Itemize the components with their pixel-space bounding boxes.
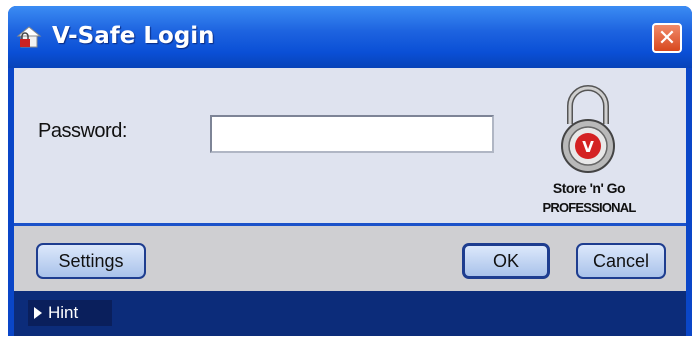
cancel-button[interactable]: Cancel [576,243,666,279]
brand-name: Store 'n' Go [552,180,626,196]
settings-button[interactable]: Settings [36,243,146,279]
login-panel: Password: V Store 'n' Go PROFESSIONAL [14,68,686,223]
brand-edition: PROFESSIONAL [542,200,637,215]
triangle-right-icon [34,307,42,319]
close-button[interactable]: ✕ [652,23,682,53]
login-dialog: V-Safe Login ✕ Password: V Store 'n' Go … [8,6,692,336]
hint-toggle[interactable]: Hint [28,300,112,326]
title-bar[interactable]: V-Safe Login ✕ [8,6,692,68]
button-bar: Settings OK Cancel [14,226,686,291]
hint-bar: Hint [14,291,686,336]
close-icon: ✕ [657,25,677,51]
window-title: V-Safe Login [52,23,215,49]
password-input[interactable] [210,115,494,153]
logo-letter: V [582,138,594,156]
lock-house-icon [16,26,42,48]
padlock-icon: V [561,85,615,173]
ok-button[interactable]: OK [462,243,550,279]
password-label: Password: [38,120,127,142]
hint-label: Hint [48,303,79,322]
